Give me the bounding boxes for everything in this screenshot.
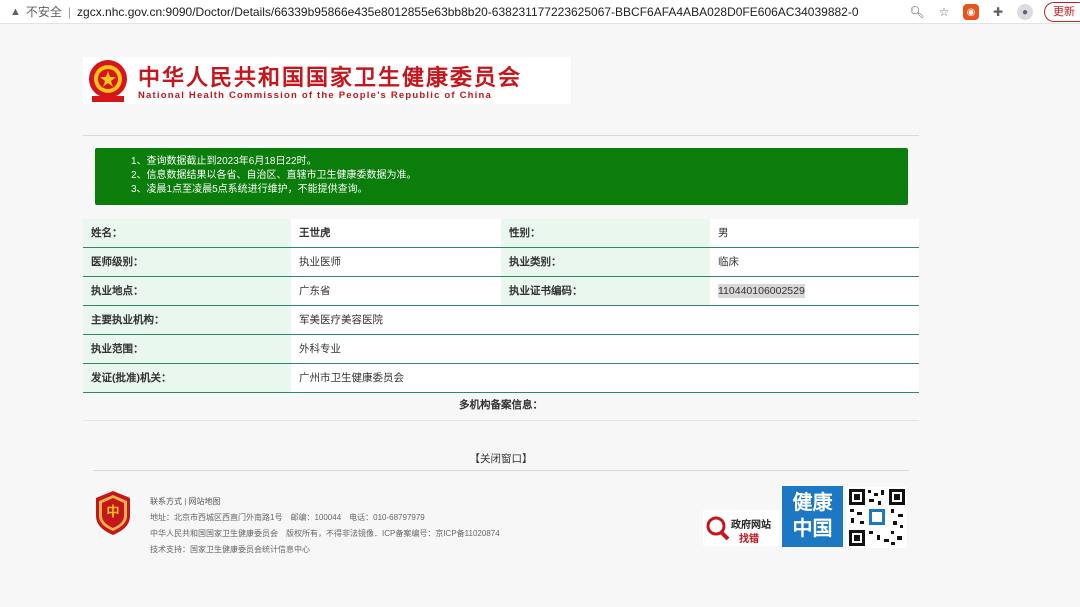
notice-line: 1、查询数据截止到2023年6月18日22时。 — [131, 156, 317, 167]
contact-link[interactable]: 联系方式 — [150, 497, 182, 506]
gov-find-top: 政府网站 — [731, 520, 771, 531]
footer-copyright: 中华人民共和国国家卫生健康委员会 版权所有，不得非法镜像．ICP备案编号：京IC… — [150, 529, 500, 538]
jk-line1: 健康 — [792, 492, 833, 514]
doctor-detail-table: 姓名： 王世虎 性别： 男 医师级别： 执业医师 执业类别： 临床 执业地点： … — [83, 219, 919, 393]
table-row: 主要执业机构： 军美医疗美容医院 — [83, 306, 919, 335]
sitemap-link[interactable]: 网站地图 — [189, 497, 221, 506]
close-window-link[interactable]: 【关闭窗口】 — [83, 451, 919, 466]
url-field[interactable]: zgcx.nhc.gov.cn:9090/Doctor/Details/6633… — [77, 5, 877, 19]
scope-value: 外科专业 — [291, 335, 919, 363]
bookmark-star-icon[interactable]: ☆ — [936, 4, 952, 20]
insecure-label[interactable]: 不安全 — [26, 3, 62, 20]
category-label: 执业类别： — [501, 248, 710, 276]
notice-box: 1、查询数据截止到2023年6月18日22时。 2、信息数据结果以各省、自治区、… — [95, 148, 908, 205]
institution-value: 军美医疗美容医院 — [291, 306, 919, 334]
profile-icon[interactable]: ● — [1017, 4, 1033, 20]
notice-line: 3、凌晨1点至凌晨5点系统进行维护，不能提供查询。 — [131, 184, 368, 195]
table-row: 执业地点： 广东省 执业证书编码： 110440106002529 — [83, 277, 919, 306]
party-government-logo-icon: 中 — [96, 491, 130, 535]
level-value: 执业医师 — [291, 248, 501, 276]
name-value: 王世虎 — [291, 219, 501, 247]
location-label: 执业地点： — [83, 277, 291, 305]
jk-line2: 中国 — [792, 518, 833, 540]
level-label: 医师级别： — [83, 248, 291, 276]
table-row: 医师级别： 执业医师 执业类别： 临床 — [83, 248, 919, 277]
page: 中华人民共和国国家卫生健康委员会 National Health Commiss… — [83, 24, 919, 607]
zoom-icon[interactable]: 🔍︎ — [909, 4, 925, 20]
health-china-logo[interactable]: 健康 中国 — [782, 486, 843, 547]
national-emblem-icon — [89, 60, 127, 102]
footer-text: 联系方式 | 网站地图 地址：北京市西城区西直门外南路1号 邮编：100044 … — [150, 494, 500, 558]
footer-support: 技术支持：国家卫生健康委员会统计信息中心 — [150, 545, 310, 554]
multi-institution-label: 多机构备案信息： — [459, 399, 543, 411]
notice-line: 2、信息数据结果以各省、自治区、直辖市卫生健康委数据为准。 — [131, 170, 417, 181]
gender-value: 男 — [710, 219, 919, 247]
site-header: 中华人民共和国国家卫生健康委员会 National Health Commiss… — [83, 57, 571, 104]
divider — [93, 470, 909, 471]
issuer-label: 发证(批准)机关： — [83, 364, 291, 392]
extension-icon[interactable]: ◉ — [963, 4, 979, 20]
puzzle-icon[interactable]: ✚ — [990, 4, 1006, 20]
footer-links: 联系方式 | 网站地图 — [150, 497, 221, 506]
institution-label: 主要执业机构： — [83, 306, 291, 334]
scope-label: 执业范围： — [83, 335, 291, 363]
category-value: 临床 — [710, 248, 919, 276]
table-row: 发证(批准)机关： 广州市卫生健康委员会 — [83, 364, 919, 393]
table-row: 执业范围： 外科专业 — [83, 335, 919, 364]
footer-address: 地址：北京市西城区西直门外南路1号 邮编：100044 电话：010-68797… — [150, 513, 425, 522]
org-name-en: National Health Commission of the People… — [138, 90, 493, 101]
svg-text:中: 中 — [106, 504, 119, 520]
browser-toolbar: 🔍︎ ☆ ◉ ✚ ● 更新 — [909, 0, 1080, 24]
browser-address-bar: ▲ 不安全 | zgcx.nhc.gov.cn:9090/Doctor/Deta… — [0, 0, 1080, 24]
gender-label: 性别： — [501, 219, 710, 247]
name-label: 姓名： — [83, 219, 291, 247]
qr-code-icon — [847, 487, 907, 548]
warning-icon: ▲ — [10, 5, 21, 18]
gov-find-bottom: 找错 — [739, 534, 759, 545]
table-row: 姓名： 王世虎 性别： 男 — [83, 219, 919, 248]
separator: | — [67, 4, 72, 19]
cert-value-cell: 110440106002529 — [710, 277, 919, 305]
cert-value[interactable]: 110440106002529 — [718, 284, 805, 298]
update-button[interactable]: 更新 — [1044, 2, 1080, 22]
cert-label: 执业证书编码： — [501, 277, 710, 305]
divider — [83, 135, 919, 136]
divider — [83, 420, 919, 421]
gov-website-error-report[interactable]: 政府网站 找错 — [703, 510, 779, 546]
magnifier-icon — [706, 516, 730, 541]
org-name-cn: 中华人民共和国国家卫生健康委员会 — [138, 65, 523, 90]
location-value: 广东省 — [291, 277, 501, 305]
issuer-value: 广州市卫生健康委员会 — [291, 364, 919, 392]
